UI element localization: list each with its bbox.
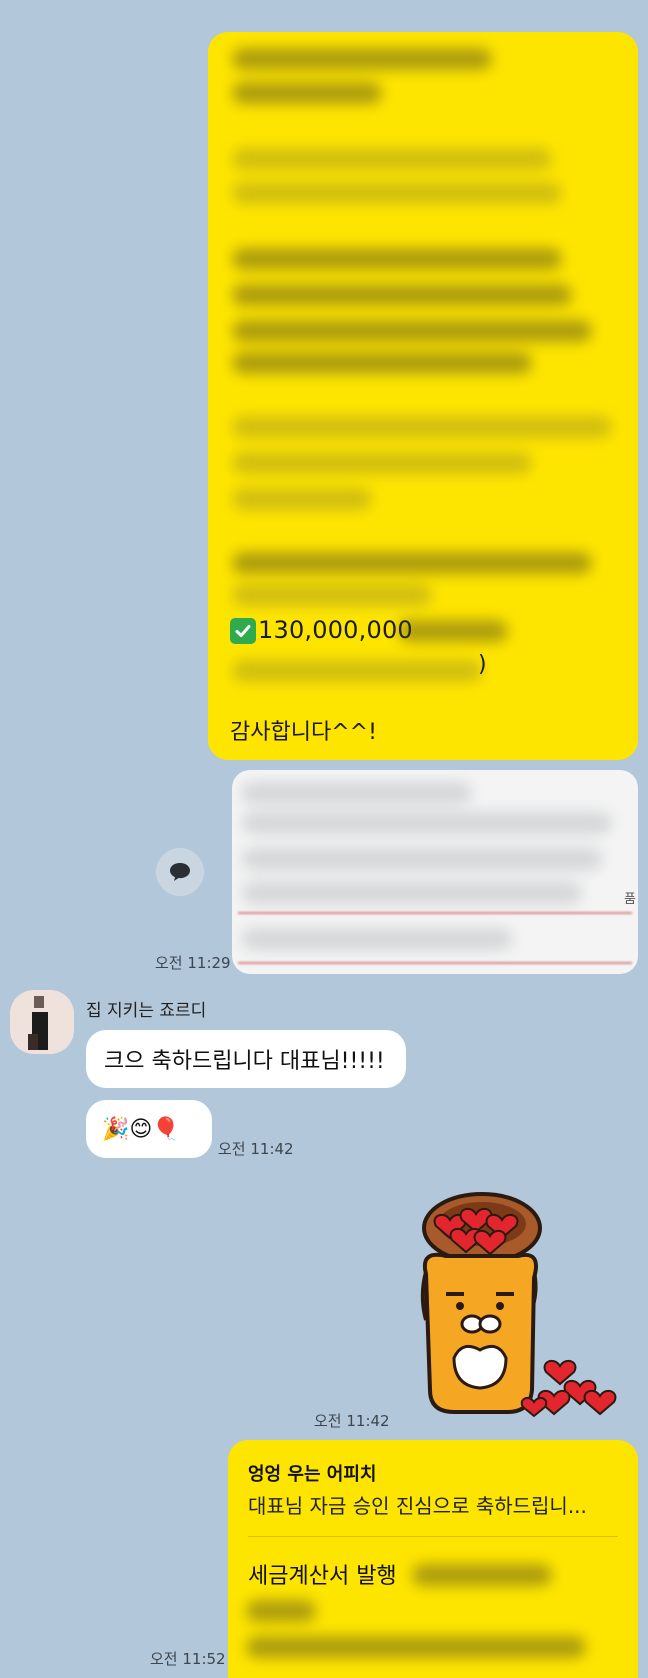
timestamp: 오전 11:42 <box>218 1140 294 1158</box>
sender-name: 집 지키는 죠르디 <box>86 1001 207 1021</box>
incoming-emoji-bubble[interactable]: 🎉😊🎈 <box>86 1100 212 1158</box>
reply-message-text: 세금계산서 발행 <box>248 1564 397 1589</box>
timestamp: 오전 11:29 <box>155 954 231 972</box>
closing-paren: ) <box>478 652 487 677</box>
attachment-label-fragment: 품 <box>624 892 636 907</box>
closing-text: 감사합니다^^! <box>230 720 377 745</box>
outgoing-reply-bubble[interactable]: 엉엉 우는 어피치 대표님 자금 승인 진심으로 축하드립니... 세금계산서 … <box>228 1440 638 1678</box>
outgoing-message-bubble[interactable]: 130,000,000 ) 감사합니다^^! <box>208 32 638 760</box>
avatar[interactable] <box>10 990 74 1054</box>
ryan-heart-basket-sticker[interactable] <box>410 1190 620 1420</box>
chat-screen: { "chat": { "colors": { "background": "#… <box>0 0 648 1678</box>
share-speech-icon[interactable] <box>156 848 204 896</box>
quoted-message-text: 대표님 자금 승인 진심으로 축하드립니... <box>248 1494 587 1518</box>
incoming-message-bubble[interactable]: 크으 축하드립니다 대표님!!!!! <box>86 1030 406 1088</box>
timestamp: 오전 11:52 <box>150 1650 226 1668</box>
emoji-text: 🎉😊🎈 <box>102 1116 180 1142</box>
image-attachment[interactable]: 품 <box>232 770 638 974</box>
quoted-sender-name: 엉엉 우는 어피치 <box>248 1464 377 1485</box>
message-text: 크으 축하드립니다 대표님!!!!! <box>104 1049 385 1074</box>
timestamp: 오전 11:42 <box>314 1412 390 1430</box>
white-check-mark-icon <box>230 618 256 644</box>
amount-text: 130,000,000 <box>258 616 413 644</box>
